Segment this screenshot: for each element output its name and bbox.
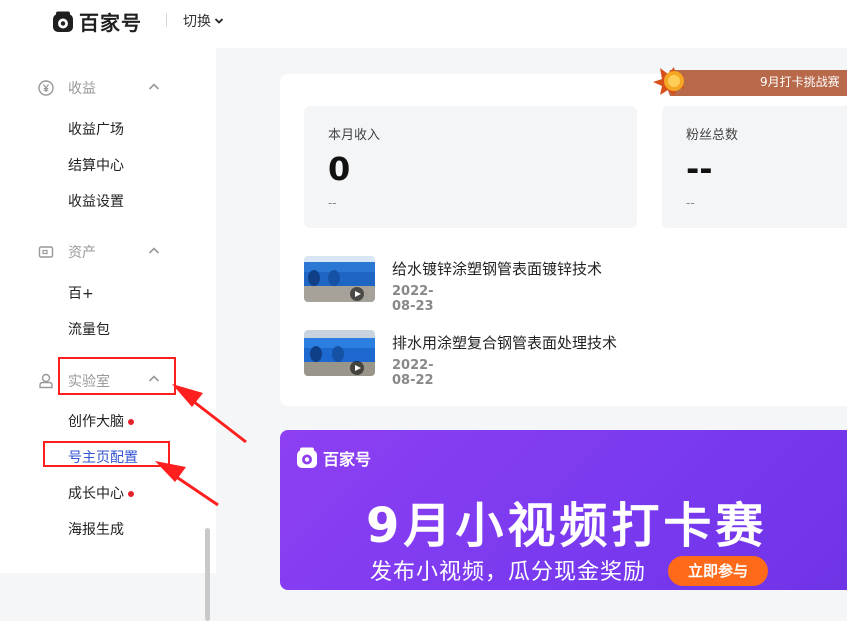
stat-value: --	[686, 150, 713, 188]
list-item[interactable]: 给水镀锌涂塑钢管表面镀锌技术 2022-08-23	[304, 256, 602, 314]
brand-name: 百家号	[79, 11, 142, 35]
article-title[interactable]: 排水用涂塑复合钢管表面处理技术	[392, 332, 617, 353]
sidebar-group-assets[interactable]: 资产	[38, 242, 96, 262]
chevron-down-icon	[214, 18, 224, 24]
list-item[interactable]: 排水用涂塑复合钢管表面处理技术 2022-08-22	[304, 330, 617, 388]
sidebar-item-revenue-settings[interactable]: 收益设置	[68, 191, 124, 211]
sidebar-item-label: 创作大脑	[68, 414, 124, 430]
sidebar-item-traffic-pack[interactable]: 流量包	[68, 319, 110, 339]
sidebar-group-label: 资产	[68, 245, 96, 261]
stat-label: 本月收入	[328, 128, 381, 143]
sidebar-item-label: 成长中心	[68, 486, 124, 502]
sidebar-item-settlement-center[interactable]: 结算中心	[68, 155, 124, 175]
yen-circle-icon	[38, 80, 54, 96]
switch-label: 切换	[183, 14, 211, 30]
article-date: 2022-08-22	[392, 358, 434, 388]
sidebar-item-revenue-square[interactable]: 收益广场	[68, 119, 124, 139]
annotation-box-lab	[58, 357, 176, 395]
play-icon	[350, 361, 364, 375]
sidebar-scrollbar[interactable]	[205, 528, 210, 621]
promo-title: 9月小视频打卡赛	[366, 498, 768, 554]
sidebar-group-label: 收益	[68, 81, 96, 97]
pipe-thumbnail-image	[304, 330, 375, 376]
header-divider	[166, 13, 167, 27]
article-date: 2022-08-23	[392, 284, 434, 314]
article-thumbnail[interactable]	[304, 330, 375, 376]
promo-brand: 百家号	[323, 450, 372, 469]
notification-dot	[128, 419, 134, 425]
baijiahao-logo-icon	[53, 11, 73, 32]
sidebar-group-revenue[interactable]: 收益	[38, 78, 96, 98]
stat-sub: --	[328, 196, 337, 210]
top-bar: 百家号 切换	[0, 0, 847, 48]
article-title[interactable]: 给水镀锌涂塑钢管表面镀锌技术	[392, 258, 602, 279]
article-thumbnail[interactable]	[304, 256, 375, 302]
play-icon	[350, 287, 364, 301]
pipe-thumbnail-image	[304, 256, 375, 302]
stat-monthly-income[interactable]: 本月收入 0 --	[304, 106, 637, 228]
sidebar-item-growth-center[interactable]: 成长中心	[68, 483, 134, 503]
lab-user-icon	[39, 373, 53, 389]
switch-account-button[interactable]: 切换	[183, 11, 224, 31]
sidebar-item-poster-generator[interactable]: 海报生成	[68, 519, 124, 539]
promo-banner[interactable]: 百家号 9月小视频打卡赛 发布小视频，瓜分现金奖励 立即参与	[280, 430, 847, 590]
stat-label: 粉丝总数	[686, 128, 739, 143]
stat-value: 0	[328, 150, 351, 188]
promo-subtitle: 发布小视频，瓜分现金奖励	[370, 560, 647, 585]
sidebar-item-bai-plus[interactable]: 百+	[68, 283, 94, 303]
chevron-up-icon[interactable]	[148, 246, 160, 256]
wallet-icon	[38, 246, 54, 258]
baijiahao-logo[interactable]: 百家号	[52, 7, 142, 36]
challenge-ribbon[interactable]: 9月打卡挑战赛	[650, 66, 847, 96]
join-now-button[interactable]: 立即参与	[668, 556, 768, 586]
annotation-box-homepage-config	[43, 441, 170, 467]
promo-logo: 百家号	[296, 446, 371, 470]
stat-total-fans[interactable]: 粉丝总数 -- --	[662, 106, 847, 228]
chevron-up-icon[interactable]	[148, 82, 160, 92]
baijiahao-logo-icon	[297, 447, 317, 468]
ribbon-text: 9月打卡挑战赛	[760, 75, 840, 89]
sidebar: 收益 收益广场 结算中心 收益设置 资产 百+ 流量包 实验室 创作大脑 号主页…	[0, 48, 216, 621]
notification-dot	[128, 491, 134, 497]
stat-sub: --	[686, 196, 695, 210]
sidebar-item-creative-brain[interactable]: 创作大脑	[68, 411, 134, 431]
